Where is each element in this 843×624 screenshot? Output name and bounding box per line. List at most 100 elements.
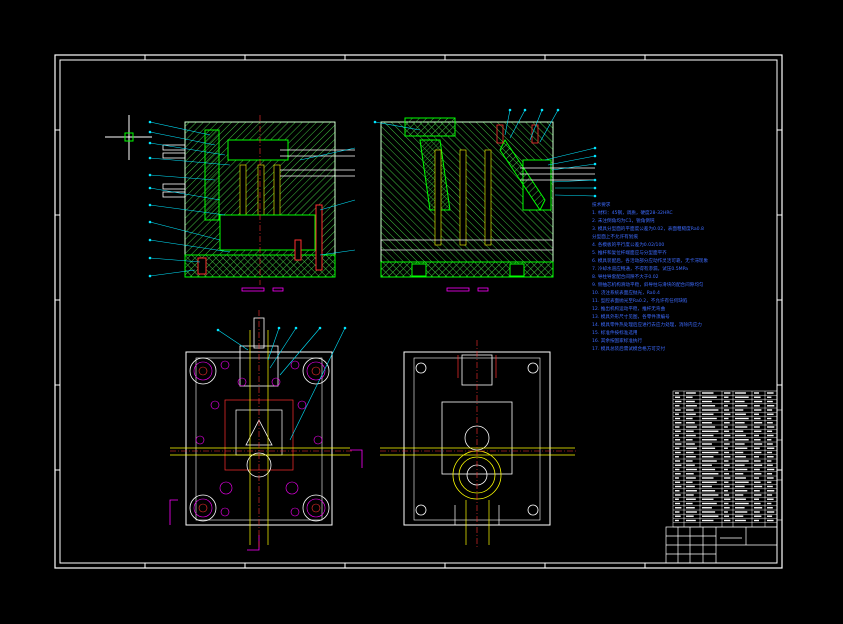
parts-list-entry [754,494,762,496]
parts-list-entry [686,400,695,403]
parts-list-entry [735,456,746,458]
tech-note-12: 11. 型腔表面抛光至Ra0.2，不允许有任何缺陷 [592,297,688,304]
parts-list-entry [767,447,775,449]
parts-list-entry [724,400,730,403]
parts-list-entry [767,507,773,509]
tech-note-14: 13. 模具外形尺寸见图，各零件须编号 [592,313,670,320]
parts-list-entry [675,422,682,424]
parts-list-entry [754,430,762,432]
parts-list-entry [735,460,749,462]
parts-list-entry [724,430,730,432]
parts-list-entry [767,460,772,462]
parts-list-entry [754,426,760,428]
parts-list-entry [767,405,775,407]
tech-note-16: 15. 标准件按标准选用 [592,329,638,336]
parts-list-entry [724,519,731,522]
parts-list-entry [675,434,679,437]
parts-list-entry [767,468,775,471]
parts-list-entry [767,400,773,403]
parts-list-entry [754,400,763,403]
parts-list-entry [675,481,681,483]
parts-list-entry [724,447,728,449]
parts-list-entry [675,447,680,449]
parts-list-entry [702,451,719,454]
parts-list-entry [702,422,712,424]
parts-list-entry [735,498,746,500]
parts-list-entry [735,519,746,522]
parts-list-entry [724,417,729,420]
parts-list-entry [767,434,774,437]
parts-list-entry [702,468,716,471]
parts-list-entry [675,456,679,458]
tech-note-18: 17. 模具总装后需试模合格方可交付 [592,345,665,352]
plan-view-moving-half [169,310,363,551]
parts-list-entry [702,447,716,449]
parts-list-entry [754,443,763,445]
parts-list-entry [724,426,728,428]
parts-list-entry [702,502,717,505]
parts-list-entry [702,511,716,513]
parts-list-entry [767,443,773,445]
parts-list-entry [702,519,714,522]
parts-list-entry [702,439,717,441]
parts-list-entry [767,439,772,441]
parts-list-entry [675,426,680,428]
parts-list-entry [675,473,681,475]
parts-list-entry [702,515,719,517]
parts-list-entry [735,464,745,466]
parts-list-entry [767,451,773,454]
parts-list-entry [702,426,716,428]
parts-list-entry [686,409,694,411]
parts-list-entry [686,511,697,513]
tech-note-4: 分型面上不允许有划痕 [592,233,638,240]
parts-list-entry [675,405,680,407]
parts-list-entry [724,413,731,415]
parts-list-entry [686,519,696,522]
parts-list-entry [767,490,775,492]
parts-list-entry [724,439,729,441]
parts-list-entry [702,490,716,492]
tech-note-11: 10. 浇注系统表面应抛光，Ra0.4 [592,289,660,296]
parts-list-entry [702,481,717,483]
parts-list-entry [675,502,681,505]
parts-list-entry [735,392,746,394]
parts-list-entry [675,494,681,496]
parts-list-entry [686,473,694,475]
parts-list-entries [675,392,775,522]
parts-list-entry [686,392,696,394]
parts-list-entry [686,430,694,432]
parts-list-entry [686,494,694,496]
parts-list-entry [767,481,772,483]
parts-list-entry [754,460,761,462]
parts-list-entry [735,485,745,488]
parts-list-entry [735,511,748,513]
parts-list-entry [702,405,716,407]
parts-list-entry [724,460,729,462]
parts-list-entry [702,396,717,398]
parts-list-entry [754,413,759,415]
parts-list-entry [702,413,714,415]
parts-list-entry [675,519,679,522]
parts-list-entry [767,477,774,479]
parts-list-entry [754,464,763,466]
parts-list-entry [754,481,761,483]
parts-list-entry [724,477,731,479]
parts-list-entry [767,417,772,420]
parts-list-entry [735,447,748,449]
parts-list-entry [675,511,680,513]
parts-list-entry [675,507,682,509]
parts-list-entry [735,502,749,505]
parts-list-entry [675,413,679,415]
parts-list-entry [675,430,681,432]
parts-list-entry [686,515,694,517]
frame-tick-marks [777,384,782,521]
parts-list-entry [675,396,681,398]
parts-list-entry [735,477,746,479]
parts-list-entry [686,396,693,398]
parts-list-entry [724,434,731,437]
parts-list-entry [735,468,748,471]
parts-list-entry [702,430,719,432]
parts-list-entry [754,507,763,509]
parts-list-entry [675,409,681,411]
parts-list-entry [735,443,745,445]
